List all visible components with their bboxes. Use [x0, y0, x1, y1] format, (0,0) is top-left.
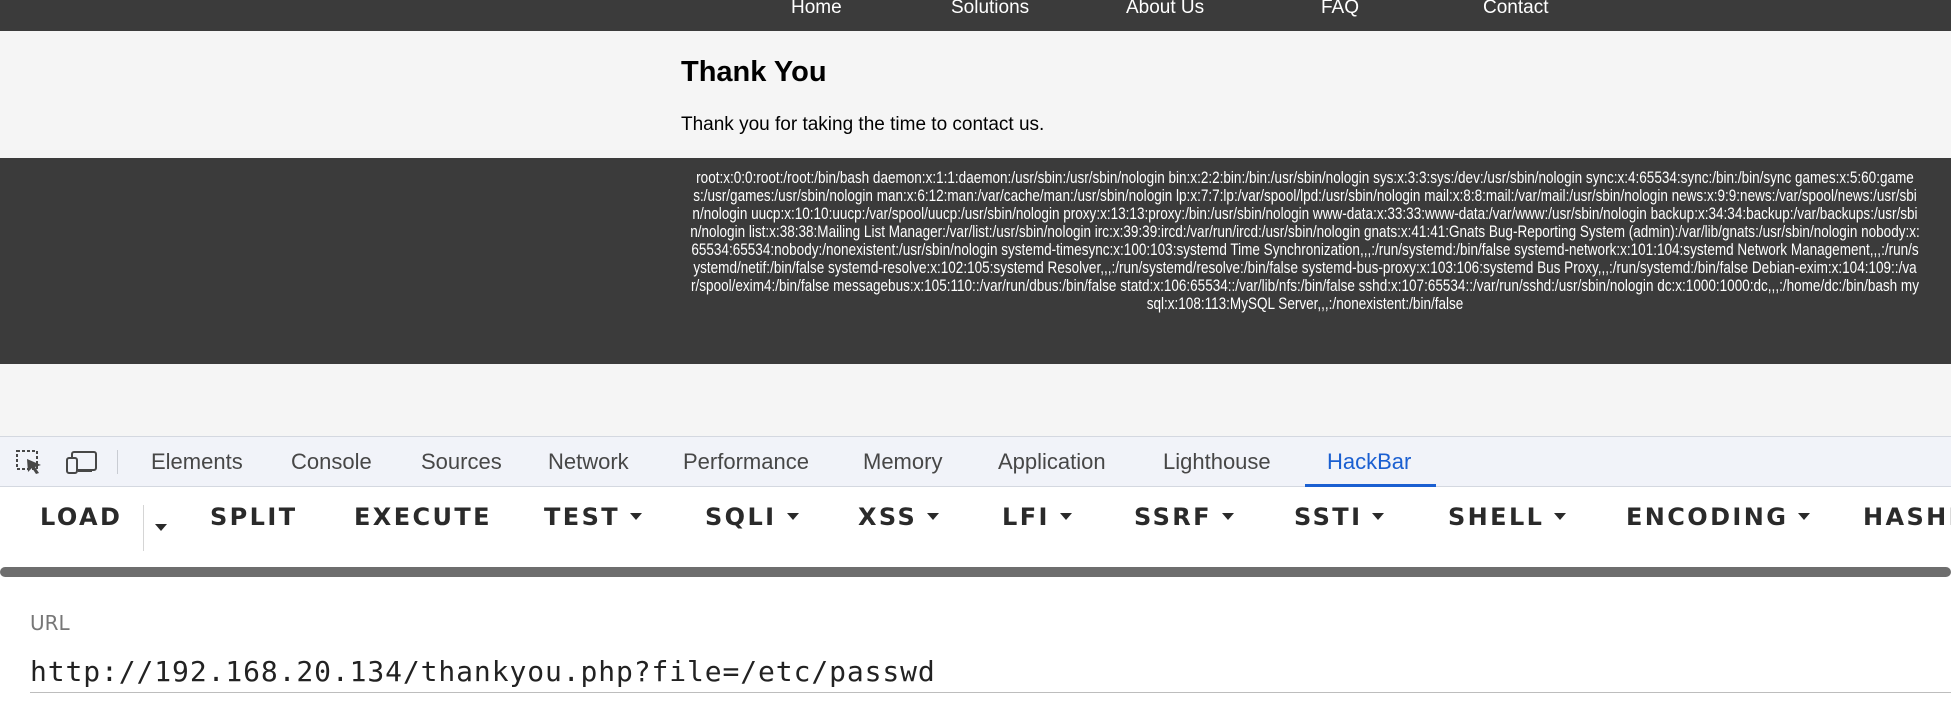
chevron-down-icon: [1554, 512, 1567, 520]
chevron-down-icon: [1372, 512, 1385, 520]
ssti-dropdown[interactable]: SSTI: [1294, 501, 1385, 533]
shell-dropdown[interactable]: SHELL: [1448, 501, 1567, 533]
inspect-element-icon[interactable]: [15, 449, 45, 475]
xss-dropdown[interactable]: XSS: [858, 501, 940, 533]
chevron-down-icon: [927, 512, 940, 520]
encoding-dropdown[interactable]: ENCODING: [1626, 501, 1811, 533]
chevron-down-icon: [1221, 512, 1234, 520]
chevron-down-icon: [630, 512, 643, 520]
load-button-divider: [143, 505, 144, 551]
toolbar-divider: [117, 450, 118, 474]
ssrf-dropdown[interactable]: SSRF: [1134, 501, 1234, 533]
nav-faq-link[interactable]: FAQ: [1321, 0, 1359, 20]
site-nav: Home Solutions About Us FAQ Contact: [0, 0, 1951, 31]
device-toolbar-icon[interactable]: [66, 449, 97, 475]
tab-elements[interactable]: Elements: [151, 437, 243, 487]
devtools-tab-bar: Elements Console Sources Network Perform…: [0, 436, 1951, 487]
tab-hackbar[interactable]: HackBar: [1327, 437, 1411, 487]
test-dropdown[interactable]: TEST: [544, 501, 643, 533]
hashing-dropdown[interactable]: HASHI: [1863, 501, 1951, 533]
chevron-down-icon: [1059, 512, 1072, 520]
nav-solutions-link[interactable]: Solutions: [951, 0, 1029, 20]
lfi-dropdown[interactable]: LFI: [1002, 501, 1072, 533]
nav-about-us-link[interactable]: About Us: [1126, 0, 1204, 20]
tab-network[interactable]: Network: [548, 437, 629, 487]
url-input[interactable]: [30, 650, 1951, 693]
url-label: URL: [30, 611, 70, 635]
tab-sources[interactable]: Sources: [421, 437, 502, 487]
split-button[interactable]: SPLIT: [210, 501, 297, 533]
tab-memory[interactable]: Memory: [863, 437, 942, 487]
load-options-chevron-down-icon[interactable]: [155, 524, 167, 531]
execute-button[interactable]: EXECUTE: [354, 501, 492, 533]
scrollbar-thumb[interactable]: [0, 567, 1951, 577]
page-message: Thank you for taking the time to contact…: [681, 114, 1045, 135]
chevron-down-icon: [786, 512, 799, 520]
tab-application[interactable]: Application: [998, 437, 1106, 487]
tab-console[interactable]: Console: [291, 437, 372, 487]
load-button[interactable]: LOAD: [40, 501, 122, 533]
passwd-file-contents: root:x:0:0:root:/root:/bin/bash daemon:x…: [690, 169, 1920, 313]
sqli-dropdown[interactable]: SQLI: [705, 501, 799, 533]
chevron-down-icon: [1798, 512, 1811, 520]
tab-performance[interactable]: Performance: [683, 437, 809, 487]
included-file-output: root:x:0:0:root:/root:/bin/bash daemon:x…: [0, 158, 1951, 364]
tab-lighthouse[interactable]: Lighthouse: [1163, 437, 1271, 487]
nav-home-link[interactable]: Home: [791, 0, 842, 20]
hackbar-scrollbar[interactable]: [0, 567, 1951, 577]
page-title: Thank You: [681, 56, 827, 88]
nav-contact-link[interactable]: Contact: [1483, 0, 1548, 20]
hackbar-toolbar: LOAD SPLIT EXECUTE TEST SQLI XSS LFI SSR…: [0, 487, 1951, 547]
